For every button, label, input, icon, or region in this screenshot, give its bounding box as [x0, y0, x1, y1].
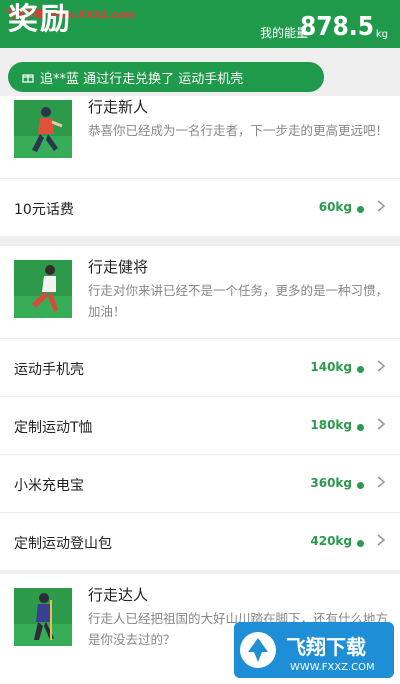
- level-header: 行走新人 恭喜你已经成为一名行走者，下一步走的更高更远吧！: [0, 96, 400, 178]
- reward-cost: 140kg: [310, 360, 352, 374]
- level-description: 行走对你来讲已经不是一个任务，更多的是一种习惯，加油！: [88, 283, 389, 319]
- reward-item[interactable]: 小米充电宝 360kg: [0, 454, 400, 512]
- chevron-right-icon: [377, 360, 386, 372]
- page-title: 奖励: [8, 2, 72, 37]
- energy-unit: kg: [375, 29, 388, 40]
- status-dot-icon: [357, 482, 364, 489]
- walker-avatar-icon: [14, 100, 72, 158]
- reward-item[interactable]: 定制运动登山包 420kg: [0, 512, 400, 570]
- reward-name: 运动手机壳: [14, 362, 84, 378]
- reward-name: 小米充电宝: [14, 478, 84, 494]
- watermark-logo: 飞翔下载 WWW.FXXZ.COM: [234, 622, 394, 678]
- rewards-page: 飞翔下载 www.FXXZ.com 奖励 我的能量 878.5 kg 行走新人 …: [0, 0, 400, 684]
- level-header: 行走健将 行走对你来讲已经不是一个任务，更多的是一种习惯，加油！: [0, 256, 400, 338]
- level-title: 行走健将: [88, 258, 149, 276]
- exchange-notice-banner: 追**蓝 通过行走兑换了 运动手机壳: [8, 62, 324, 92]
- status-dot-icon: [357, 206, 364, 213]
- chevron-right-icon: [377, 418, 386, 430]
- level-title: 行走新人: [88, 98, 149, 116]
- reward-item[interactable]: 定制运动T恤 180kg: [0, 396, 400, 454]
- chevron-right-icon: [377, 200, 386, 212]
- reward-name: 定制运动T恤: [14, 420, 93, 436]
- chevron-right-icon: [377, 534, 386, 546]
- level-section-newbie: 行走新人 恭喜你已经成为一名行走者，下一步走的更高更远吧！ 10元话费 60kg: [0, 96, 400, 236]
- level-title: 行走达人: [88, 586, 149, 604]
- level-section-expert: 行走健将 行走对你来讲已经不是一个任务，更多的是一种习惯，加油！ 运动手机壳 1…: [0, 246, 400, 570]
- level-description: 恭喜你已经成为一名行走者，下一步走的更高更远吧！: [88, 123, 389, 138]
- energy-value: 878.5: [300, 12, 374, 42]
- walker-avatar-icon: [14, 260, 72, 318]
- svg-text:飞翔下载: 飞翔下载: [286, 635, 366, 659]
- svg-text:WWW.FXXZ.COM: WWW.FXXZ.COM: [290, 662, 375, 673]
- status-dot-icon: [357, 540, 364, 547]
- status-dot-icon: [357, 424, 364, 431]
- reward-cost: 360kg: [310, 476, 352, 490]
- reward-cost: 60kg: [318, 200, 352, 214]
- reward-name: 定制运动登山包: [14, 536, 112, 552]
- reward-name: 10元话费: [14, 202, 74, 218]
- header-bar: 飞翔下载 www.FXXZ.com 奖励 我的能量 878.5 kg: [0, 0, 400, 48]
- chevron-right-icon: [377, 476, 386, 488]
- notice-text: 追**蓝 通过行走兑换了 运动手机壳: [40, 71, 244, 87]
- status-dot-icon: [357, 366, 364, 373]
- reward-item[interactable]: 运动手机壳 140kg: [0, 338, 400, 396]
- reward-cost: 180kg: [310, 418, 352, 432]
- gift-icon: [22, 74, 34, 83]
- reward-cost: 420kg: [310, 534, 352, 548]
- reward-item[interactable]: 10元话费 60kg: [0, 178, 400, 236]
- walker-avatar-icon: [14, 588, 72, 646]
